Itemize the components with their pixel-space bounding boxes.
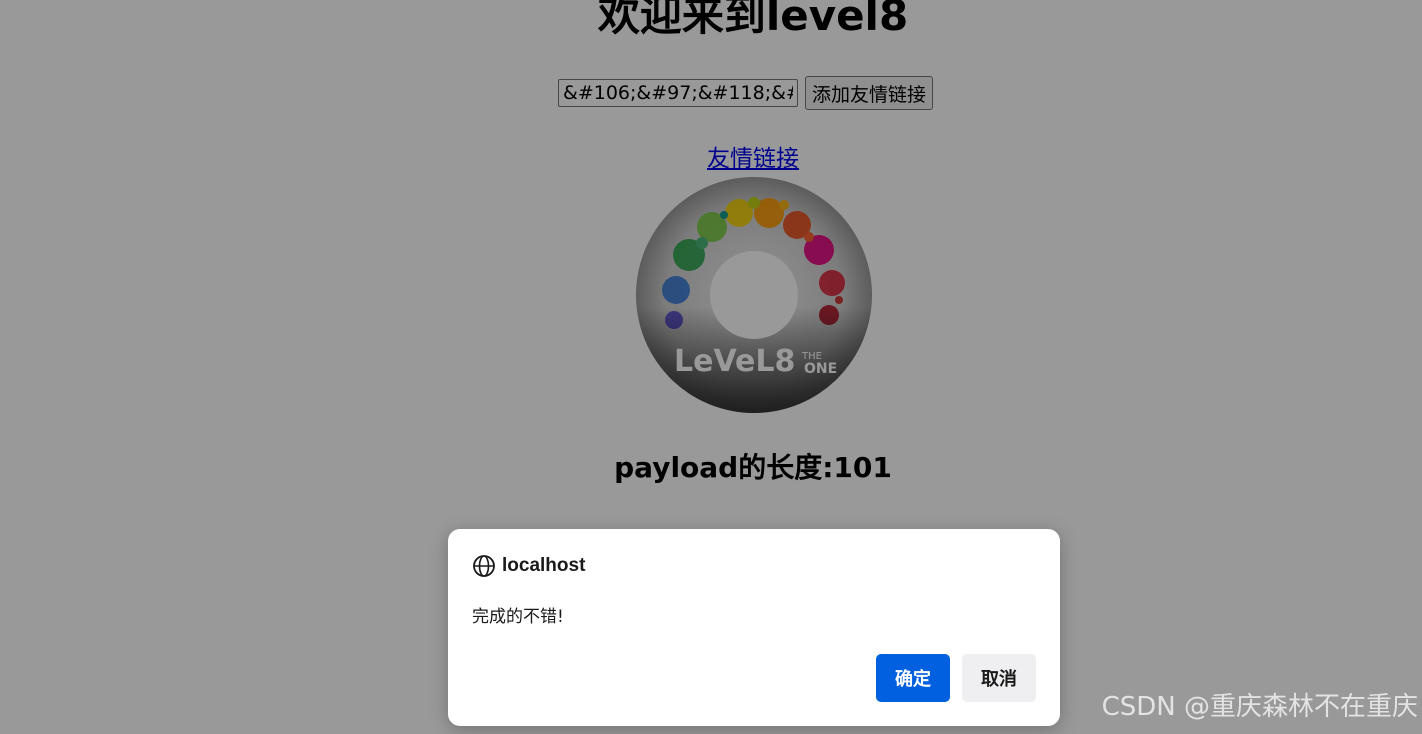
alert-dialog: localhost 完成的不错! 确定 取消	[448, 529, 1060, 726]
csdn-watermark: CSDN @重庆森林不在重庆	[1101, 692, 1418, 722]
dialog-origin: localhost	[472, 553, 585, 579]
dialog-origin-text: localhost	[502, 555, 586, 576]
cancel-button[interactable]: 取消	[962, 654, 1036, 702]
globe-icon	[473, 555, 495, 577]
dialog-message: 完成的不错!	[472, 607, 564, 627]
ok-button[interactable]: 确定	[876, 654, 950, 702]
